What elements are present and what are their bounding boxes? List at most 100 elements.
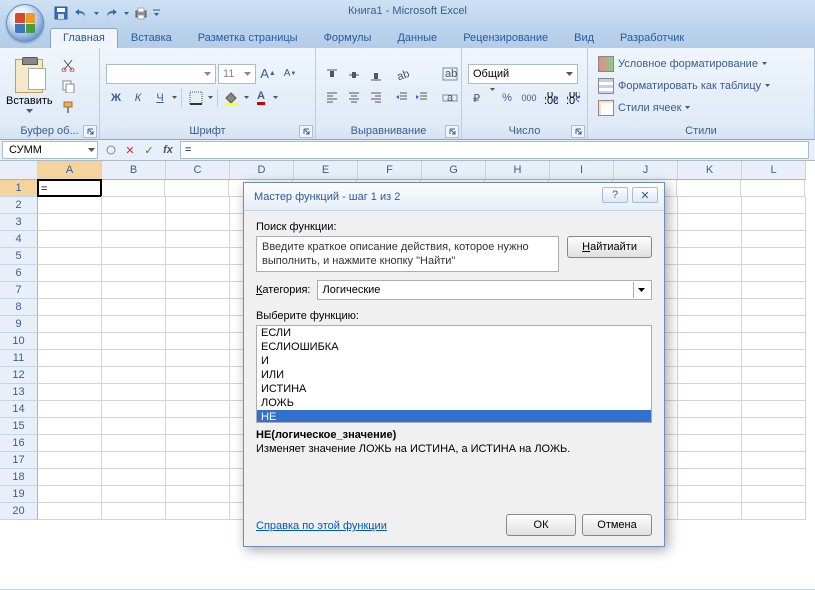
underline-icon[interactable]: Ч bbox=[150, 88, 170, 108]
cell[interactable] bbox=[166, 333, 230, 350]
row-header[interactable]: 1 bbox=[0, 180, 38, 197]
number-format-select[interactable]: Общий bbox=[468, 64, 578, 84]
cell[interactable] bbox=[102, 316, 166, 333]
row-header[interactable]: 18 bbox=[0, 469, 38, 486]
search-input[interactable]: Введите краткое описание действия, котор… bbox=[256, 236, 559, 272]
cell[interactable] bbox=[166, 299, 230, 316]
tab-view[interactable]: Вид bbox=[561, 28, 607, 48]
currency-icon[interactable]: ₽ bbox=[468, 88, 488, 108]
fill-color-dropdown[interactable] bbox=[244, 96, 249, 99]
column-header[interactable]: A bbox=[38, 161, 102, 180]
cell[interactable] bbox=[742, 401, 806, 418]
row-header[interactable]: 5 bbox=[0, 248, 38, 265]
decrease-font-icon[interactable]: A▼ bbox=[280, 64, 300, 84]
cell[interactable] bbox=[102, 248, 166, 265]
wrap-text-icon[interactable]: ab bbox=[440, 64, 460, 84]
tab-developer[interactable]: Разработчик bbox=[607, 28, 697, 48]
redo-dropdown[interactable] bbox=[122, 12, 130, 15]
merge-cells-icon[interactable]: a bbox=[440, 88, 460, 108]
cell[interactable] bbox=[678, 418, 742, 435]
cell[interactable] bbox=[678, 503, 742, 520]
cell[interactable] bbox=[166, 486, 230, 503]
cell[interactable] bbox=[165, 180, 229, 197]
fill-color-icon[interactable] bbox=[222, 88, 242, 108]
conditional-formatting-button[interactable]: Условное форматирование bbox=[598, 54, 770, 74]
cell[interactable] bbox=[38, 248, 102, 265]
cell[interactable] bbox=[166, 469, 230, 486]
column-header[interactable]: K bbox=[678, 161, 742, 180]
cell[interactable] bbox=[678, 469, 742, 486]
cell[interactable] bbox=[678, 316, 742, 333]
align-right-icon[interactable] bbox=[366, 87, 386, 107]
cell[interactable] bbox=[742, 265, 806, 282]
cell[interactable] bbox=[102, 503, 166, 520]
cell[interactable] bbox=[102, 282, 166, 299]
font-color-icon[interactable]: A bbox=[251, 88, 271, 108]
cell-styles-button[interactable]: Стили ячеек bbox=[598, 98, 770, 118]
help-link[interactable]: Справка по этой функции bbox=[256, 520, 387, 532]
cell[interactable] bbox=[38, 197, 102, 214]
column-header[interactable]: F bbox=[358, 161, 422, 180]
cell[interactable] bbox=[38, 350, 102, 367]
cell[interactable] bbox=[678, 231, 742, 248]
cell[interactable] bbox=[166, 350, 230, 367]
cell[interactable] bbox=[678, 452, 742, 469]
clipboard-launcher[interactable] bbox=[83, 125, 97, 138]
cell[interactable] bbox=[102, 197, 166, 214]
function-list-item[interactable]: ЕСЛИОШИБКА bbox=[257, 340, 651, 354]
cell[interactable] bbox=[678, 435, 742, 452]
cell[interactable] bbox=[742, 214, 806, 231]
cell[interactable] bbox=[166, 316, 230, 333]
row-header[interactable]: 9 bbox=[0, 316, 38, 333]
function-list-item[interactable]: ЛОЖЬ bbox=[257, 396, 651, 410]
function-list[interactable]: ЕСЛИЕСЛИОШИБКАИИЛИИСТИНАЛОЖЬНЕ bbox=[256, 325, 652, 423]
column-header[interactable]: I bbox=[550, 161, 614, 180]
cell[interactable] bbox=[678, 367, 742, 384]
italic-icon[interactable]: К bbox=[128, 88, 148, 108]
cell[interactable] bbox=[102, 231, 166, 248]
increase-indent-icon[interactable] bbox=[412, 87, 432, 107]
cell[interactable] bbox=[742, 282, 806, 299]
cell[interactable] bbox=[166, 503, 230, 520]
row-header[interactable]: 6 bbox=[0, 265, 38, 282]
cell[interactable] bbox=[38, 299, 102, 316]
tab-formulas[interactable]: Формулы bbox=[311, 28, 385, 48]
percent-icon[interactable]: % bbox=[497, 88, 517, 108]
number-launcher[interactable] bbox=[571, 125, 585, 138]
cell[interactable] bbox=[166, 265, 230, 282]
cell[interactable] bbox=[166, 452, 230, 469]
cell[interactable] bbox=[678, 214, 742, 231]
office-button[interactable] bbox=[6, 4, 44, 42]
select-all-button[interactable] bbox=[0, 161, 38, 180]
cell[interactable] bbox=[38, 384, 102, 401]
align-bottom-icon[interactable] bbox=[366, 65, 386, 85]
decrease-decimal-icon[interactable]: ,00,0 bbox=[563, 88, 583, 108]
tab-page-layout[interactable]: Разметка страницы bbox=[185, 28, 311, 48]
cell[interactable] bbox=[742, 435, 806, 452]
paste-button[interactable]: Вставить bbox=[6, 59, 53, 113]
increase-decimal-icon[interactable]: ,0,00 bbox=[541, 88, 561, 108]
function-list-item[interactable]: НЕ bbox=[257, 410, 651, 423]
column-header[interactable]: B bbox=[102, 161, 166, 180]
cell[interactable] bbox=[742, 418, 806, 435]
cell[interactable] bbox=[742, 350, 806, 367]
cell[interactable] bbox=[742, 469, 806, 486]
cell[interactable] bbox=[742, 299, 806, 316]
cell[interactable] bbox=[38, 435, 102, 452]
cell[interactable] bbox=[678, 384, 742, 401]
border-icon[interactable] bbox=[186, 88, 206, 108]
fx-icon[interactable]: fx bbox=[159, 141, 177, 159]
column-header[interactable]: L bbox=[742, 161, 806, 180]
cell[interactable] bbox=[38, 333, 102, 350]
row-header[interactable]: 8 bbox=[0, 299, 38, 316]
align-center-icon[interactable] bbox=[344, 87, 364, 107]
cell[interactable] bbox=[38, 282, 102, 299]
cell[interactable] bbox=[166, 197, 230, 214]
orientation-icon[interactable]: ab bbox=[392, 65, 412, 85]
ok-button[interactable]: ОК bbox=[506, 514, 576, 536]
cell[interactable] bbox=[166, 282, 230, 299]
cell[interactable] bbox=[742, 248, 806, 265]
enter-icon[interactable]: ✓ bbox=[140, 141, 158, 159]
cell[interactable] bbox=[742, 384, 806, 401]
tab-insert[interactable]: Вставка bbox=[118, 28, 185, 48]
